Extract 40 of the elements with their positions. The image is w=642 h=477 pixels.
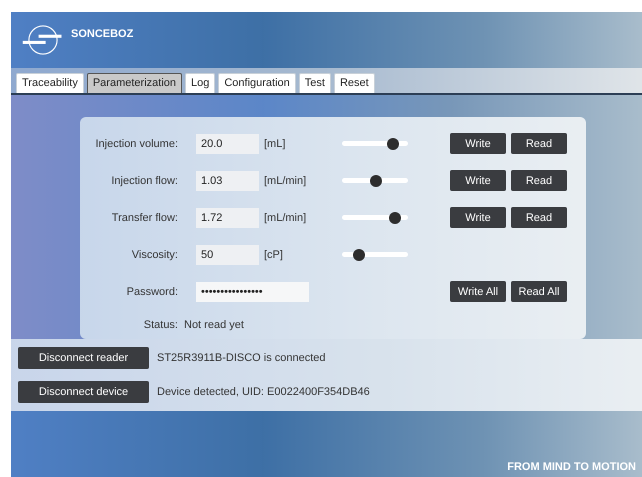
action-button[interactable]: Write: [450, 170, 506, 191]
input-field[interactable]: 1.72: [196, 208, 259, 228]
unit-label: [mL/min]: [264, 174, 308, 186]
unit-label: [mL/min]: [264, 212, 308, 224]
unit-label: [cP]: [264, 248, 284, 260]
action-button[interactable]: Read: [511, 133, 567, 154]
tagline: FROM MIND TO MOTION: [507, 461, 636, 473]
tab[interactable]: Test: [298, 73, 331, 93]
action-button[interactable]: Write All: [450, 281, 506, 302]
slider-thumb[interactable]: [387, 138, 400, 150]
action-button[interactable]: Read: [511, 170, 567, 191]
password-field[interactable]: ••••••••••••••••: [196, 282, 309, 302]
tab[interactable]: Traceability: [16, 73, 84, 93]
slider-thumb[interactable]: [370, 174, 382, 186]
slider-thumb[interactable]: [352, 248, 364, 260]
tab[interactable]: Reset: [334, 73, 375, 93]
unit-label: [mL]: [264, 138, 286, 150]
disconnect-button[interactable]: Disconnect device: [18, 381, 149, 403]
tab[interactable]: Parameterization: [86, 73, 182, 93]
field-label: Transfer flow:: [110, 212, 178, 224]
tab[interactable]: Configuration: [218, 73, 296, 93]
input-field[interactable]: 20.0: [196, 134, 259, 154]
action-button[interactable]: Read: [511, 207, 567, 228]
status-label: Status:: [142, 319, 178, 331]
brand-name: SONCEBOZ: [71, 28, 134, 40]
disconnect-button[interactable]: Disconnect reader: [18, 347, 149, 369]
connection-status: Device detected, UID: E0022400F354DB46: [157, 386, 370, 398]
tab[interactable]: Log: [185, 73, 216, 93]
action-button[interactable]: Write: [450, 207, 506, 228]
status-text: Not read yet: [184, 319, 244, 331]
field-label: Viscosity:: [130, 248, 178, 260]
action-button[interactable]: Read All: [511, 281, 567, 302]
action-button[interactable]: Write: [450, 133, 506, 154]
connection-status: ST25R3911B-DISCO is connected: [157, 352, 326, 364]
input-field[interactable]: 50: [196, 244, 259, 264]
slider-thumb[interactable]: [388, 212, 401, 224]
field-label: Password:: [126, 286, 178, 298]
input-field[interactable]: 1.03: [196, 170, 259, 190]
field-label: Injection flow:: [110, 174, 178, 186]
field-label: Injection volume:: [94, 138, 178, 150]
